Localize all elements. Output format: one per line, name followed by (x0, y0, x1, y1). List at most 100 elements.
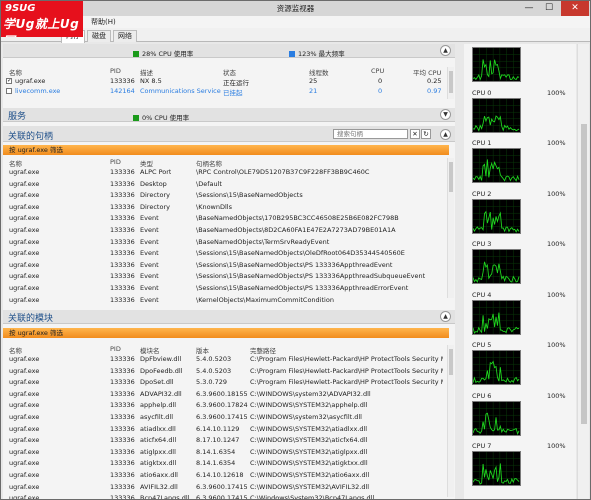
scroll-thumb[interactable] (449, 71, 453, 93)
table-row[interactable]: ugraf.exe 133336 Event \BaseNamedObjects\Te… (3, 238, 455, 248)
clear-search-icon[interactable]: ✕ (410, 129, 420, 139)
scroll-thumb[interactable] (449, 162, 453, 192)
cell-name: ugraf.exe (9, 260, 40, 269)
cell-pid: 133336 (110, 413, 135, 421)
col-pid[interactable]: PID (110, 67, 121, 75)
cpu-column-header: 名称 PID 描述 状态 线程数 CPU 平均 CPU (3, 67, 455, 77)
table-row[interactable]: ugraf.exe 133336 Event \Sessions\15\BaseNam… (3, 284, 455, 294)
modules-scrollbar[interactable] (447, 345, 454, 497)
col-threads[interactable]: 线程数 (309, 67, 329, 77)
table-row[interactable]: ugraf.exe 133336 atio6axx.dll 6.14.10.12618… (3, 471, 455, 481)
handles-scrollbar[interactable] (447, 158, 454, 298)
cell-name: ugraf.exe (9, 295, 40, 304)
modules-section-header[interactable]: 关联的模块 ▲ (3, 310, 455, 324)
table-row[interactable]: ugraf.exe 133336 Event \BaseNamedObjects\8D… (3, 226, 455, 236)
minimize-button[interactable]: — (520, 1, 538, 16)
maximize-button[interactable]: ☐ (540, 1, 558, 16)
row-checkbox[interactable]: ✓ (6, 78, 12, 84)
col-pid[interactable]: PID (110, 345, 121, 353)
table-row[interactable]: ugraf.exe 133336 DpFbview.dll 5.4.0.5203 C:\… (3, 355, 455, 365)
cell-module: Bcp47Langs.dll (140, 494, 190, 499)
scroll-thumb[interactable] (581, 124, 587, 424)
cell-version: 8.14.1.6354 (196, 447, 236, 456)
col-avg-cpu[interactable]: 平均 CPU (413, 67, 441, 77)
table-row[interactable]: ugraf.exe 133336 Event \KernelObjects\Maxim… (3, 296, 455, 306)
cpu-core-graph: CPU 3 100% (472, 240, 572, 286)
col-cpu[interactable]: CPU (371, 67, 384, 75)
tab-disk[interactable]: 磁盘 (87, 30, 111, 42)
cpu-graphs-pane: 100% CPU 0 100% CPU 1 100% CPU 2 100% CPU 3 100%… (464, 44, 576, 499)
table-row[interactable]: livecomm.exe 142164 Communications Service… (3, 87, 455, 97)
cell-name: ugraf.exe (15, 77, 46, 85)
expand-chevron-icon[interactable]: ▼ (440, 109, 451, 120)
cpu-core-label: CPU 5 (472, 341, 492, 349)
table-row[interactable]: ugraf.exe 133336 aticfx64.dll 8.17.10.1247 C… (3, 436, 455, 446)
col-full-path[interactable]: 完整路径 (250, 345, 276, 355)
handles-section-header[interactable]: 关联的句柄 搜索句柄 ✕ ↻ ▲ (3, 126, 455, 142)
table-row[interactable]: ugraf.exe 133336 Desktop \Default (3, 180, 455, 190)
row-checkbox[interactable] (6, 88, 12, 94)
cell-full-path: C:\WINDOWS\SYSTEM32\atiglpxx.dll (250, 447, 368, 456)
cell-cpu: 0 (378, 77, 383, 85)
menu-help[interactable]: 帮助(H) (91, 16, 116, 28)
table-row[interactable]: ugraf.exe 133336 atiglpxx.dll 8.14.1.6354 C:… (3, 448, 455, 458)
handle-search-input[interactable]: 搜索句柄 (333, 129, 408, 139)
table-row[interactable]: ugraf.exe 133336 ADVAPI32.dll 6.3.9600.1815… (3, 390, 455, 400)
table-row[interactable]: ugraf.exe 133336 atiadlxx.dll 6.14.10.1129 C… (3, 425, 455, 435)
modules-column-header: 名称 PID 模块名 版本 完整路径 (3, 345, 455, 355)
cell-handle-name: \Sessions\15\BaseNamedObjects (196, 191, 303, 200)
collapse-chevron-icon[interactable]: ▲ (440, 311, 451, 322)
close-button[interactable]: ✕ (561, 1, 589, 16)
table-row[interactable]: ugraf.exe 133336 Event \Sessions\15\BaseNam… (3, 272, 455, 282)
table-row[interactable]: ugraf.exe 133336 Directory \KnownDlls (3, 203, 455, 213)
collapse-chevron-icon[interactable]: ▲ (440, 45, 451, 56)
cell-type: Desktop (140, 179, 167, 188)
table-row[interactable]: ugraf.exe 133336 Event \Sessions\15\BaseNam… (3, 249, 455, 259)
cell-pid: 133336 (110, 272, 135, 281)
cell-pid: 133336 (110, 249, 135, 258)
col-desc[interactable]: 描述 (140, 67, 153, 77)
collapse-chevron-icon[interactable]: ▲ (440, 129, 451, 140)
table-row[interactable]: ✓ ugraf.exe 133336 NX 8.5 正在运行 25 0 0.25 (3, 77, 455, 87)
col-version[interactable]: 版本 (196, 345, 209, 355)
cell-handle-name: \KnownDlls (196, 202, 232, 211)
cell-full-path: C:\Program Files\Hewlett-Packard\HP Prot… (250, 378, 443, 387)
cpu-usage-graph (472, 400, 521, 436)
table-row[interactable]: ugraf.exe 133336 asycfilt.dll 6.3.9600.1741… (3, 413, 455, 423)
table-row[interactable]: ugraf.exe 133336 DpoSet.dll 5.3.0.729 C:\Pro… (3, 378, 455, 388)
col-type[interactable]: 类型 (140, 158, 153, 168)
cell-desc: NX 8.5 (140, 77, 162, 85)
table-row[interactable]: ugraf.exe 133336 atigktxx.dll 8.14.1.6354 C:… (3, 459, 455, 469)
col-module[interactable]: 模块名 (140, 345, 160, 355)
table-row[interactable]: ugraf.exe 133336 ALPC Port \RPC Control\OLE… (3, 168, 455, 178)
title-bar: 资源监视器 — ☐ ✕ (1, 1, 590, 16)
cell-handle-name: \BaseNamedObjects\TermSrvReadyEvent (196, 237, 330, 246)
col-pid[interactable]: PID (110, 158, 121, 166)
col-handle-name[interactable]: 句柄名称 (196, 158, 222, 168)
col-name[interactable]: 名称 (9, 345, 22, 355)
cell-name: ugraf.exe (9, 494, 40, 499)
cpu-list-scrollbar[interactable] (447, 67, 454, 99)
table-row[interactable]: ugraf.exe 133336 Event \Sessions\15\BaseNam… (3, 261, 455, 271)
table-row[interactable]: ugraf.exe 133336 AVIFIL32.dll 6.3.9600.1741… (3, 483, 455, 493)
tab-network[interactable]: 网络 (113, 30, 137, 42)
col-name[interactable]: 名称 (9, 67, 22, 77)
col-name[interactable]: 名称 (9, 158, 22, 168)
cell-module: AVIFIL32.dll (140, 482, 178, 491)
services-section-header[interactable]: 服务 0% CPU 使用率 ▼ (3, 108, 455, 122)
table-row[interactable]: ugraf.exe 133336 Directory \Sessions\15\Bas… (3, 191, 455, 201)
window-title: 资源监视器 (276, 4, 315, 13)
scroll-thumb[interactable] (449, 349, 453, 375)
search-icon[interactable]: ↻ (421, 129, 431, 139)
cell-name: ugraf.exe (9, 272, 40, 281)
table-row[interactable]: ugraf.exe 133336 Event \BaseNamedObjects\17… (3, 214, 455, 224)
graphs-scrollbar[interactable] (577, 44, 589, 499)
table-row[interactable]: ugraf.exe 133336 Bcp47Langs.dll 6.3.9600.17… (3, 494, 455, 499)
handles-column-header: 名称 PID 类型 句柄名称 (3, 158, 455, 168)
cell-threads: 21 (309, 87, 318, 95)
table-row[interactable]: ugraf.exe 133336 DpoFeedb.dll 5.4.0.5203 C:\… (3, 367, 455, 377)
table-row[interactable]: ugraf.exe 133336 apphelp.dll 6.3.9600.17824… (3, 401, 455, 411)
col-status[interactable]: 状态 (223, 67, 236, 77)
cpu-section-header[interactable]: 28% CPU 使用率 123% 最大频率 ▲ (3, 44, 455, 58)
cell-pid: 133336 (110, 179, 135, 188)
